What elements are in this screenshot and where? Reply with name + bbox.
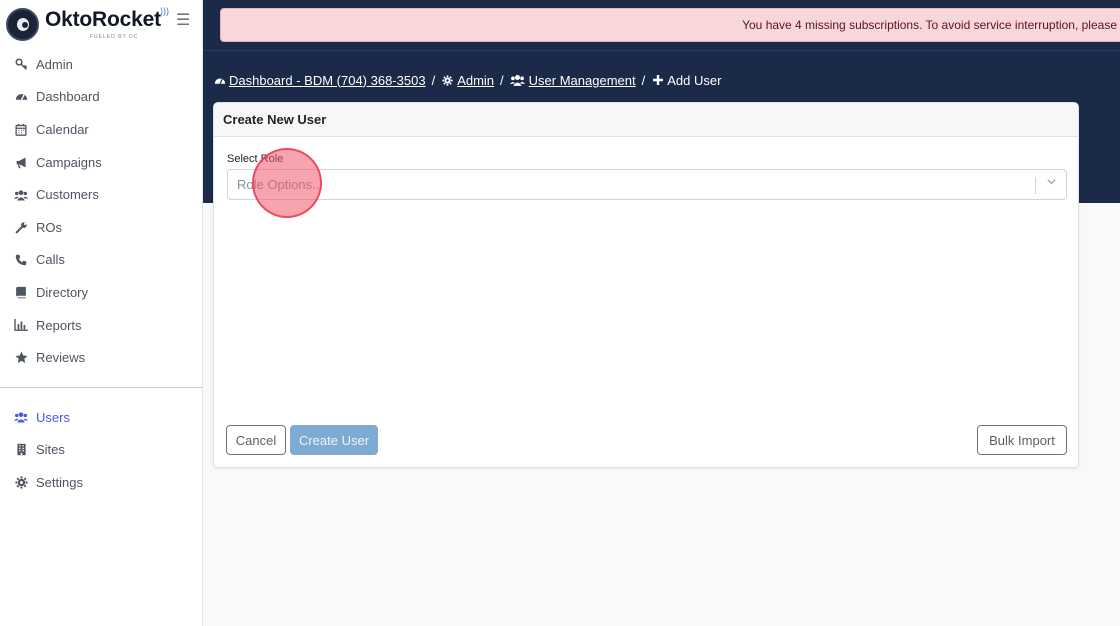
hamburger-icon[interactable]: ☰: [176, 13, 190, 29]
calendar-icon: [14, 122, 28, 136]
chevron-down-icon[interactable]: [1046, 176, 1057, 190]
signal-icon: ))): [160, 6, 169, 16]
breadcrumb-separator: /: [641, 72, 646, 88]
select-divider: [1035, 177, 1036, 194]
sidebar-item-ros[interactable]: ROs: [0, 211, 202, 244]
brand-subtitle: FUELED BY DC: [90, 34, 139, 40]
sidebar-item-sites[interactable]: Sites: [0, 434, 202, 467]
sidebar-item-label: Dashboard: [36, 89, 100, 105]
users-icon: [14, 188, 28, 202]
breadcrumb-user-management-label: User Management: [528, 72, 636, 88]
sidebar-item-label: Calls: [36, 252, 65, 268]
sidebar-item-label: Customers: [36, 187, 99, 203]
sidebar-item-admin[interactable]: Admin: [0, 48, 202, 81]
breadcrumb-admin-label: Admin: [457, 72, 495, 88]
bar-chart-icon: [14, 318, 28, 332]
sidebar-item-label: Users: [36, 409, 70, 425]
sidebar-item-label: Sites: [36, 442, 65, 458]
breadcrumb-current: Add User: [651, 73, 721, 88]
sidebar-item-calendar[interactable]: Calendar: [0, 113, 202, 146]
sidebar-item-users[interactable]: Users: [0, 401, 202, 434]
sidebar-item-label: Directory: [36, 284, 89, 300]
breadcrumb-separator: /: [431, 72, 436, 88]
sidebar-nav: Admin Dashboard Calendar Campaigns Custo…: [0, 48, 202, 374]
bulk-import-button[interactable]: Bulk Import: [977, 425, 1067, 455]
breadcrumb-user-management[interactable]: User Management: [510, 73, 636, 88]
star-icon: [14, 351, 28, 365]
sidebar-item-label: Calendar: [36, 121, 89, 137]
key-icon: [14, 57, 28, 71]
rocket-logo-icon: [6, 8, 39, 41]
breadcrumb-current-label: Add User: [667, 72, 722, 88]
bullhorn-icon: [14, 155, 28, 169]
gauge-icon: [213, 75, 226, 85]
sidebar-item-label: Admin: [36, 56, 73, 72]
sidebar: OktoRocket ))) FUELED BY DC ☰ Admin Dash…: [0, 0, 203, 626]
subscription-alert: You have 4 missing subscriptions. To avo…: [220, 8, 1120, 42]
alert-text: You have 4 missing subscriptions. To avo…: [742, 18, 1117, 32]
sidebar-item-label: Campaigns: [36, 154, 102, 170]
sidebar-item-reviews[interactable]: Reviews: [0, 341, 202, 374]
create-user-button[interactable]: Create User: [290, 425, 378, 455]
create-user-card: Create New User Select Role Role Options…: [213, 102, 1079, 468]
breadcrumb-separator: /: [500, 72, 504, 88]
sidebar-item-label: ROs: [36, 219, 62, 235]
building-icon: [14, 443, 28, 457]
sidebar-item-customers[interactable]: Customers: [0, 178, 202, 211]
sidebar-item-directory[interactable]: Directory: [0, 276, 202, 309]
card-title: Create New User: [214, 103, 1078, 137]
cancel-button[interactable]: Cancel: [226, 425, 286, 455]
brand-name: OktoRocket: [45, 8, 161, 31]
users-icon: [14, 410, 28, 424]
sidebar-nav-secondary: Users Sites Settings: [0, 401, 202, 499]
sidebar-item-label: Settings: [36, 474, 83, 490]
sidebar-item-settings[interactable]: Settings: [0, 466, 202, 499]
wrench-icon: [14, 220, 28, 234]
breadcrumb-admin[interactable]: Admin: [441, 73, 494, 88]
breadcrumb-dashboard-label: Dashboard - BDM (704) 368-3503: [229, 72, 426, 88]
sidebar-divider: [0, 387, 202, 388]
sidebar-item-label: Reports: [36, 317, 82, 333]
brand-logo[interactable]: OktoRocket ))) FUELED BY DC: [6, 6, 196, 42]
gear-icon: [441, 74, 454, 86]
role-select[interactable]: Role Options...: [227, 169, 1067, 200]
role-label: Select Role: [227, 153, 284, 165]
role-placeholder: Role Options...: [237, 177, 323, 192]
plus-icon: [651, 75, 664, 85]
header-divider: [203, 50, 1120, 51]
users-icon: [510, 74, 526, 86]
gear-icon: [14, 475, 28, 489]
phone-icon: [14, 253, 28, 267]
sidebar-item-reports[interactable]: Reports: [0, 309, 202, 342]
breadcrumb: Dashboard - BDM (704) 368-3503 / Admin /…: [213, 72, 721, 88]
sidebar-item-dashboard[interactable]: Dashboard: [0, 81, 202, 114]
sidebar-item-label: Reviews: [36, 350, 86, 366]
book-icon: [14, 285, 28, 299]
gauge-icon: [14, 90, 28, 104]
sidebar-item-calls[interactable]: Calls: [0, 244, 202, 277]
breadcrumb-dashboard[interactable]: Dashboard - BDM (704) 368-3503: [213, 73, 426, 88]
sidebar-item-campaigns[interactable]: Campaigns: [0, 146, 202, 179]
